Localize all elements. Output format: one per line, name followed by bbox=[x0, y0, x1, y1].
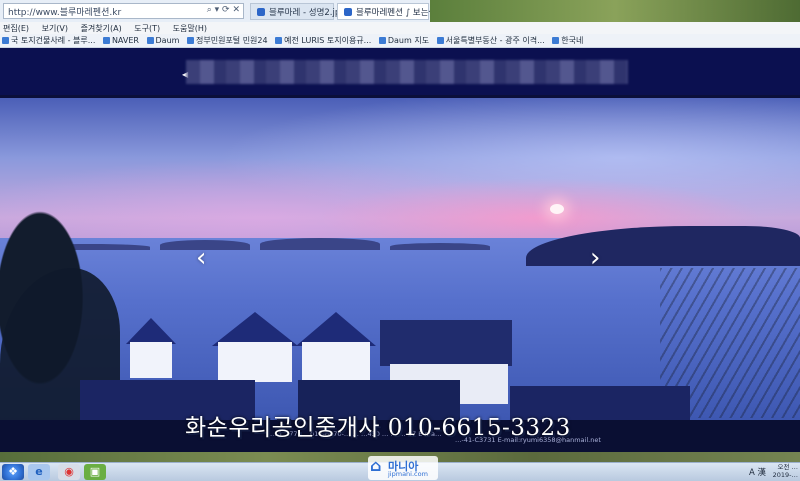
menu-bar: 편집(E) 보기(V) 즐겨찾기(A) 도구(T) 도움말(H) bbox=[0, 22, 800, 34]
favorite-icon bbox=[378, 37, 386, 44]
taskbar-ie-button[interactable]: e bbox=[28, 464, 50, 480]
favorite-item[interactable]: 예전 LURIS 토지이용규... bbox=[273, 34, 374, 46]
main-building-roof bbox=[380, 320, 512, 366]
internet-explorer-icon: e bbox=[35, 465, 43, 478]
favorite-item[interactable]: 정부민원포털 민원24 bbox=[185, 34, 271, 46]
address-actions-icon[interactable]: ⌕ ▾ ⟳ ✕ bbox=[207, 5, 240, 15]
chrome-icon: ◉ bbox=[64, 465, 74, 478]
watermark-logo: ⌂ 마니아 jipmani.com bbox=[368, 456, 438, 480]
cabin bbox=[120, 318, 180, 378]
site-logo-blurred[interactable] bbox=[186, 60, 628, 84]
favorite-item[interactable]: Daum bbox=[145, 35, 183, 45]
menu-tools[interactable]: 도구(T) bbox=[131, 22, 167, 34]
sunset-glow bbox=[550, 204, 564, 214]
favorite-item[interactable]: 서울특별부동산 - 광주 이격... bbox=[435, 34, 548, 46]
app-icon: ▣ bbox=[89, 465, 101, 478]
clock[interactable]: 오전 … 2019-… bbox=[768, 463, 798, 479]
start-button[interactable]: ❖ bbox=[2, 464, 24, 480]
favorite-icon bbox=[436, 37, 444, 44]
taskbar-app-button[interactable]: ▣ bbox=[84, 464, 106, 480]
menu-view[interactable]: 보기(V) bbox=[39, 22, 75, 34]
page-icon bbox=[257, 8, 265, 16]
windows-logo-icon: ❖ bbox=[8, 465, 18, 478]
house-icon: ⌂ bbox=[370, 456, 382, 475]
menu-help[interactable]: 도움말(H) bbox=[170, 22, 214, 34]
favorite-icon bbox=[552, 37, 560, 44]
menu-edit[interactable]: 편집(E) bbox=[0, 22, 36, 34]
cabin bbox=[212, 312, 298, 382]
watermark-domain: jipmani.com bbox=[388, 470, 428, 478]
tab-image[interactable]: 블루마레 - 성명2.jpg bbox=[250, 3, 346, 20]
hero-slider: ‹ › bbox=[0, 98, 800, 420]
system-tray[interactable]: A 漢 bbox=[749, 466, 766, 478]
favorite-icon bbox=[2, 37, 9, 44]
desktop-background bbox=[430, 0, 800, 22]
cabin bbox=[296, 312, 376, 382]
favorite-item[interactable]: NAVER bbox=[101, 35, 142, 45]
favorite-item[interactable]: Daum 지도 bbox=[377, 34, 432, 46]
favorites-bar: 국 토지건물사례 - 블루... NAVER Daum 정부민원포털 민원24 … bbox=[0, 34, 800, 48]
menu-favorites[interactable]: 즐겨찾기(A) bbox=[78, 22, 129, 34]
overlay-contact-text: 화순우리공인중개사 010-6615-3323 bbox=[185, 415, 571, 441]
favorite-item[interactable]: 국 토지건물사례 - 블루... bbox=[0, 34, 98, 46]
address-text[interactable]: http://www.블루마레펜션.kr bbox=[8, 5, 121, 18]
taskbar-chrome-button[interactable]: ◉ bbox=[58, 464, 80, 480]
tab-label: 블루마레 - 성명2.jpg bbox=[269, 8, 346, 18]
favorite-icon bbox=[102, 37, 110, 44]
browser-toolbar: http://www.블루마레펜션.kr ⌕ ▾ ⟳ ✕ 블루마레 - 성명2.… bbox=[0, 0, 800, 23]
tab-active[interactable]: 블루마레펜션 ∫ 보는실 확... bbox=[337, 3, 455, 20]
favorite-icon bbox=[187, 37, 194, 44]
prev-slide-chevron-icon[interactable]: ‹ bbox=[196, 245, 210, 271]
address-bar[interactable]: http://www.블루마레펜션.kr ⌕ ▾ ⟳ ✕ bbox=[3, 3, 244, 19]
site-header: ◀ bbox=[0, 48, 800, 95]
favorite-item[interactable]: 한국네 bbox=[550, 34, 586, 46]
favorite-icon bbox=[146, 37, 154, 44]
favorite-icon bbox=[275, 37, 283, 44]
page-icon bbox=[344, 8, 352, 16]
next-slide-chevron-icon[interactable]: › bbox=[590, 245, 604, 271]
